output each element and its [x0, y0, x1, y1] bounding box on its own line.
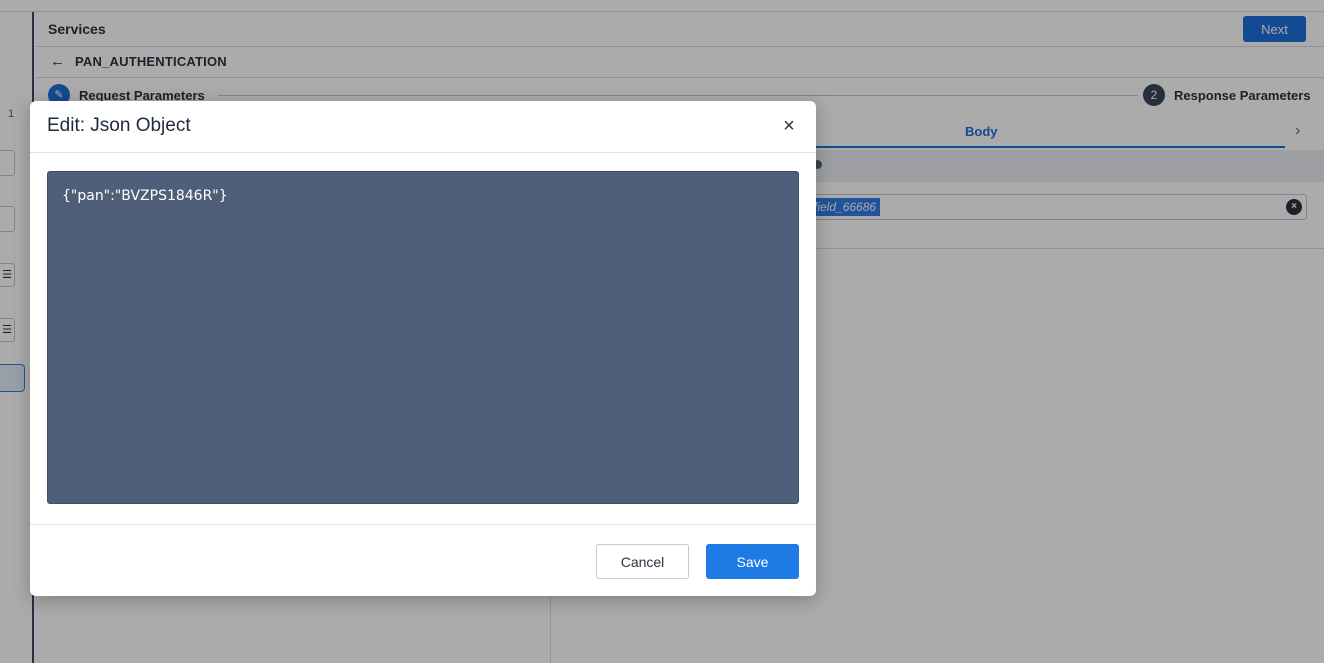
modal-title: Edit: Json Object: [47, 115, 191, 136]
modal-footer: Cancel Save: [30, 524, 816, 596]
edit-json-modal: Edit: Json Object × {"pan":"BVZPS1846R"}…: [30, 101, 816, 596]
save-button[interactable]: Save: [706, 544, 799, 579]
json-editor-value[interactable]: {"pan":"BVZPS1846R"}: [62, 188, 228, 204]
json-editor[interactable]: {"pan":"BVZPS1846R"}: [47, 171, 799, 504]
modal-header: Edit: Json Object ×: [30, 101, 816, 153]
close-icon[interactable]: ×: [778, 115, 800, 137]
cancel-button[interactable]: Cancel: [596, 544, 689, 579]
